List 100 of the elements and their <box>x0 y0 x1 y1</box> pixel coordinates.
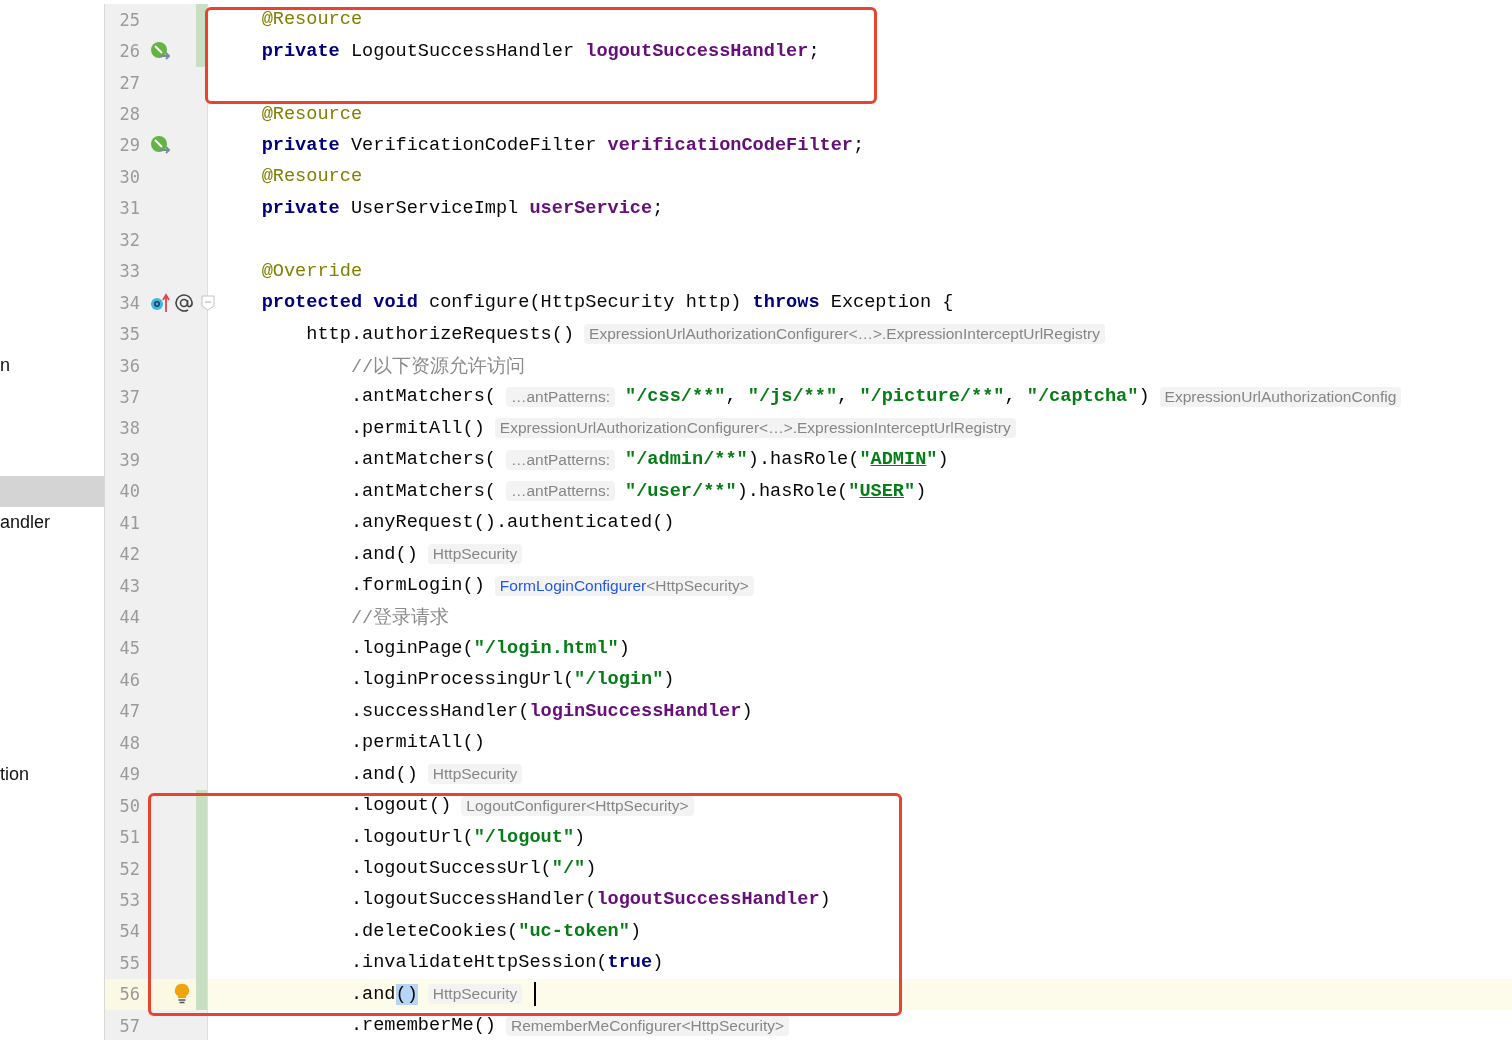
code-text: .and() <box>349 763 418 785</box>
fold-icon[interactable] <box>201 294 215 311</box>
type-hint-text: <HttpSecurity> <box>646 576 749 595</box>
line-number: 26 <box>118 41 140 62</box>
field-name: loginSuccessHandler <box>529 700 742 722</box>
code-text: .logoutUrl( <box>349 826 474 848</box>
line-number: 29 <box>118 135 140 156</box>
string-literal: "/picture/**" <box>859 386 1005 408</box>
code-text: .successHandler( <box>349 700 530 722</box>
field-name: verificationCodeFilter <box>607 134 854 156</box>
line-number: 32 <box>118 229 140 250</box>
field-name: userService <box>529 197 653 219</box>
line-number: 34 <box>118 292 140 313</box>
type-hint: HttpSecurity <box>427 764 523 785</box>
string-literal: "/admin/**" <box>625 449 748 471</box>
code-text: ; <box>808 40 820 62</box>
code-text: ) <box>937 449 949 471</box>
override-icon[interactable] <box>150 292 170 313</box>
code-text: , <box>725 386 738 408</box>
sidebar-row[interactable]: n <box>0 349 105 382</box>
code-comment: //登录请求 <box>349 606 450 631</box>
bean-icon[interactable] <box>150 135 172 156</box>
line-number: 46 <box>118 669 140 690</box>
at-sign-icon[interactable] <box>174 292 194 313</box>
string-literal: " <box>926 449 938 471</box>
sidebar-row[interactable]: tion <box>0 758 105 790</box>
type-hint: HttpSecurity <box>427 544 523 565</box>
line-number: 54 <box>118 921 140 942</box>
change-marker[interactable] <box>196 35 207 67</box>
code-text: ; <box>853 134 865 156</box>
code-comment: //以下资源允许访问 <box>349 355 526 379</box>
change-marker[interactable] <box>196 4 207 36</box>
type-hint: RememberMeConfigurer<HttpSecurity> <box>505 1015 790 1036</box>
code-text: ).hasRole( <box>747 449 860 471</box>
code-text: .logoutSuccessHandler( <box>349 889 597 911</box>
sidebar-row[interactable] <box>0 475 105 507</box>
code-text: .logout() <box>349 795 452 817</box>
code-text: .loginPage( <box>349 637 474 659</box>
code-text: .and <box>349 983 396 1005</box>
code-text: ) <box>1138 386 1150 408</box>
code-text: LogoutSuccessHandler <box>349 40 576 62</box>
code-text: UserServiceImpl <box>349 197 520 219</box>
code-text: .logoutSuccessUrl( <box>349 858 552 880</box>
code-text: .and() <box>349 543 418 565</box>
change-marker[interactable] <box>196 789 207 822</box>
type-hint: …antPatterns: <box>505 386 616 407</box>
code-text: .antMatchers( <box>349 480 496 502</box>
code-text: , <box>837 386 850 408</box>
code-text: .anyRequest().authenticated() <box>349 512 675 534</box>
line-number: 39 <box>118 449 140 470</box>
string-literal: "/login" <box>574 669 664 691</box>
type-hint: ExpressionUrlAuthorizationConfigurer<…>.ExpressionInterceptUrlRegistry <box>584 324 1105 345</box>
type-hint: …antPatterns: <box>505 481 616 502</box>
keyword: void <box>372 292 418 314</box>
change-marker[interactable] <box>196 978 207 1010</box>
line-number: 53 <box>118 889 140 910</box>
line-number: 37 <box>118 386 140 407</box>
string-literal: "/css/**" <box>625 386 726 408</box>
sidebar-text: andler <box>0 512 51 534</box>
line-number: 43 <box>118 575 140 596</box>
string-literal: " <box>904 480 916 502</box>
keyword: private <box>260 197 340 219</box>
annotation: @Resource <box>260 9 363 31</box>
line-number: 47 <box>118 701 140 722</box>
matched-brackets: () <box>395 983 418 1005</box>
code-text: .rememberMe() <box>349 1015 496 1037</box>
role-link[interactable]: ADMIN <box>870 449 927 471</box>
sidebar-text: n <box>0 355 10 377</box>
code-text: http.authorizeRequests() <box>305 323 575 345</box>
role-link[interactable]: USER <box>859 480 905 502</box>
type-link[interactable]: FormLoginConfigurer <box>499 576 647 595</box>
code-text: ) <box>663 669 675 691</box>
field-name: logoutSuccessHandler <box>596 889 820 911</box>
type-hint: HttpSecurity <box>427 984 523 1005</box>
code-text: Exception { <box>829 292 954 314</box>
sidebar-row[interactable]: andler <box>0 507 105 539</box>
code-text: .permitAll() <box>349 417 485 439</box>
string-literal: "/login.html" <box>473 637 619 659</box>
line-number: 33 <box>118 261 140 282</box>
code-text: ).hasRole( <box>736 480 849 502</box>
keyword: protected <box>260 292 363 314</box>
lightbulb-icon[interactable] <box>174 983 190 1006</box>
keyword: private <box>260 40 340 62</box>
bean-icon[interactable] <box>150 41 172 62</box>
annotation: @Resource <box>260 166 363 188</box>
code-text: ) <box>741 700 753 722</box>
line-number: 44 <box>118 607 140 628</box>
line-number: 36 <box>118 355 140 376</box>
code-text: ) <box>819 889 831 911</box>
code-text: ) <box>915 480 927 502</box>
line-number: 31 <box>118 198 140 219</box>
code-text: .loginProcessingUrl( <box>349 669 575 691</box>
field-name: logoutSuccessHandler <box>585 40 809 62</box>
line-number: 38 <box>118 418 140 439</box>
line-number: 56 <box>118 984 140 1005</box>
code-text: .formLogin() <box>349 575 485 597</box>
sidebar-text: tion <box>0 763 30 785</box>
line-number: 49 <box>118 764 140 785</box>
annotation: @Override <box>260 260 363 282</box>
line-number: 55 <box>118 952 140 973</box>
